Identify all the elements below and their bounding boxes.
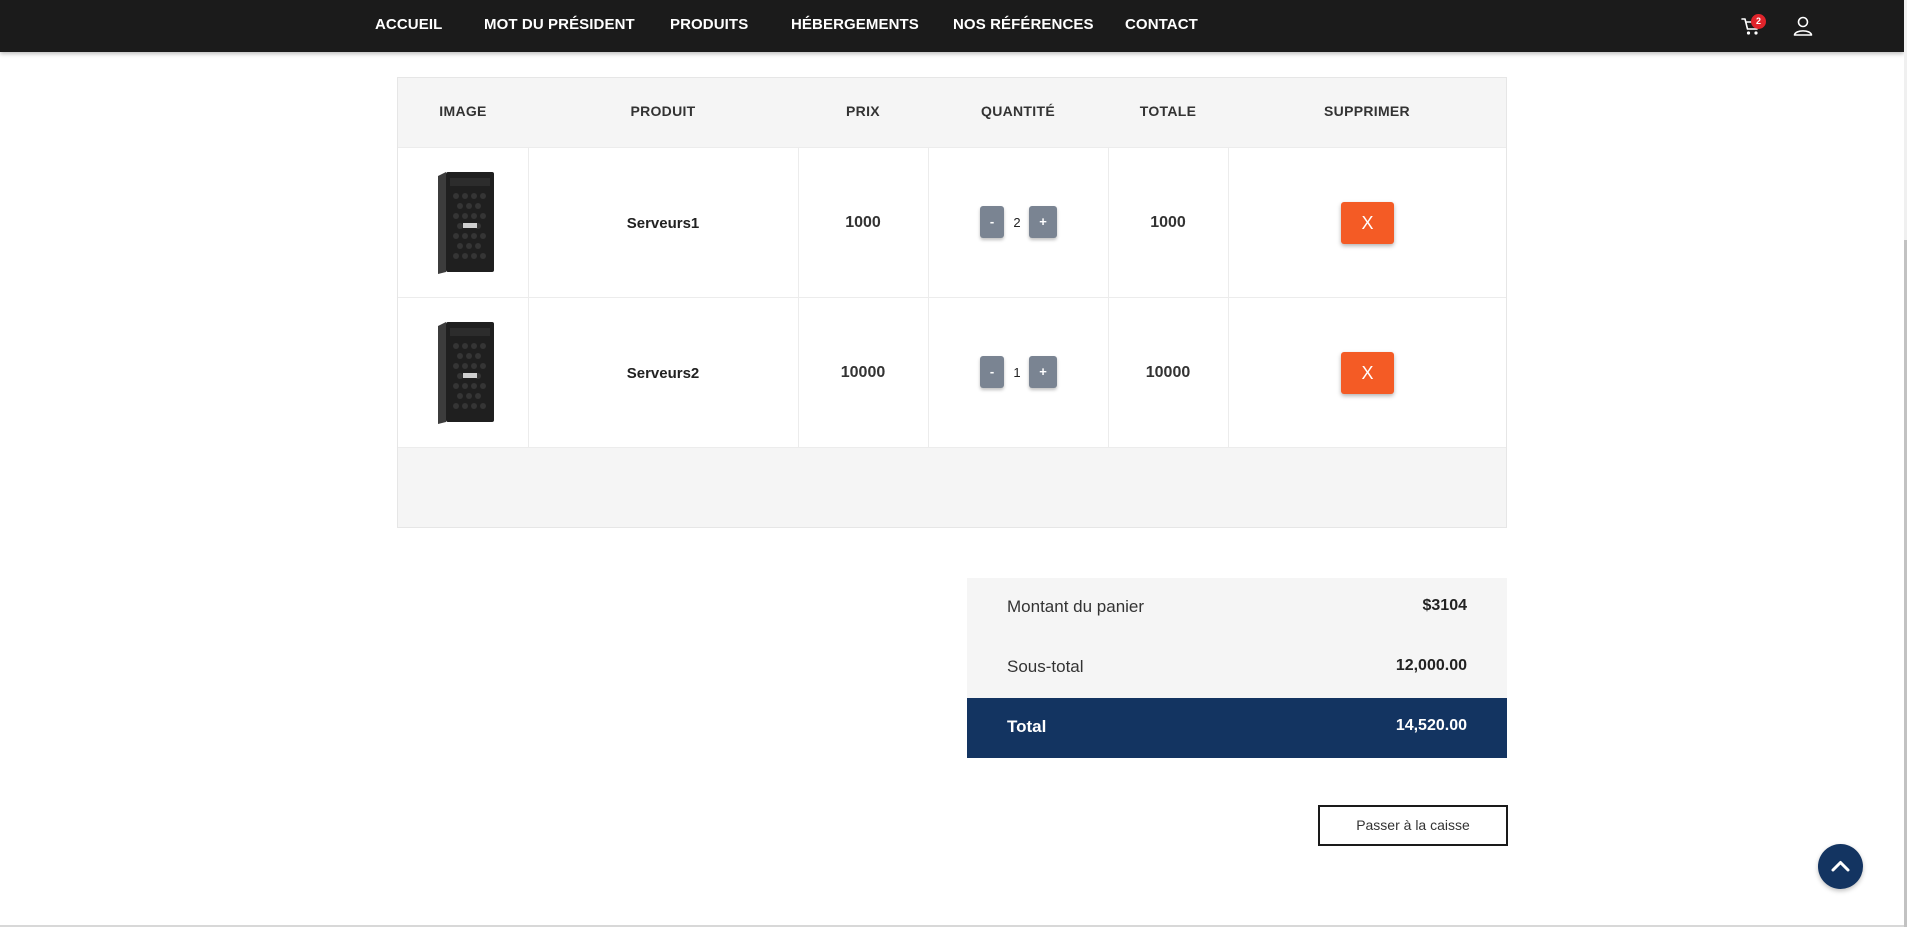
subtotal-label: Sous-total <box>1007 657 1084 676</box>
total-row: Total 14,520.00 <box>967 698 1507 758</box>
table-row: Serveurs2 10000 - 1 + 10000 X <box>398 297 1506 448</box>
subtotal-value: 12,000.00 <box>1395 657 1467 674</box>
server-tower-image <box>432 320 494 426</box>
row-total: 10000 <box>1145 364 1191 381</box>
delete-item-button[interactable]: X <box>1341 202 1394 244</box>
header-image: IMAGE <box>439 103 487 119</box>
quantity-value: 1 <box>1013 365 1021 380</box>
chevron-up-icon <box>1831 861 1850 872</box>
total-label: Total <box>1007 717 1047 736</box>
delete-item-button[interactable]: X <box>1341 352 1394 394</box>
product-price: 10000 <box>840 364 886 381</box>
cart-count-badge: 2 <box>1751 14 1766 29</box>
table-header: IMAGE PRODUIT PRIX QUANTITÉ TOTALE SUPPR… <box>398 78 1506 147</box>
cart-amount-label: Montant du panier <box>1007 597 1145 616</box>
scroll-to-top-button[interactable] <box>1818 844 1863 889</box>
nav-item-mot-du-president[interactable]: MOT DU PRÉSIDENT <box>484 16 635 33</box>
subtotal-row: Sous-total 12,000.00 <box>967 638 1507 698</box>
product-price: 1000 <box>845 214 881 231</box>
quantity-decrease-button[interactable]: - <box>980 356 1004 388</box>
row-total: 1000 <box>1150 214 1186 231</box>
quantity-increase-button[interactable]: + <box>1029 356 1057 388</box>
user-icon[interactable] <box>1791 14 1815 38</box>
server-tower-image <box>432 170 494 276</box>
cart-amount-row: Montant du panier $3104 <box>967 578 1507 638</box>
nav-item-contact[interactable]: CONTACT <box>1125 16 1198 33</box>
header-produit: PRODUIT <box>630 103 696 119</box>
checkout-button[interactable]: Passer à la caisse <box>1318 805 1508 846</box>
cart-summary: Montant du panier $3104 Sous-total 12,00… <box>967 578 1507 758</box>
total-value: 14,520.00 <box>1395 717 1467 734</box>
header-supprimer: SUPPRIMER <box>1324 103 1410 119</box>
nav-item-hebergements[interactable]: HÉBERGEMENTS <box>791 16 919 33</box>
top-navigation: ACCUEIL MOT DU PRÉSIDENT PRODUITS HÉBERG… <box>0 0 1904 52</box>
table-row: Serveurs1 1000 - 2 + 1000 X <box>398 147 1506 298</box>
product-name[interactable]: Serveurs2 <box>528 365 798 382</box>
header-quantite: QUANTITÉ <box>981 103 1055 119</box>
cart-amount-value: $3104 <box>1422 597 1468 614</box>
cart-table: IMAGE PRODUIT PRIX QUANTITÉ TOTALE SUPPR… <box>397 77 1507 528</box>
quantity-increase-button[interactable]: + <box>1029 206 1057 238</box>
nav-item-accueil[interactable]: ACCUEIL <box>375 16 442 33</box>
quantity-decrease-button[interactable]: - <box>980 206 1004 238</box>
nav-item-produits[interactable]: PRODUITS <box>670 16 748 33</box>
table-footer <box>398 447 1506 527</box>
product-name[interactable]: Serveurs1 <box>528 215 798 232</box>
header-prix: PRIX <box>846 103 880 119</box>
quantity-value: 2 <box>1013 215 1021 230</box>
header-totale: TOTALE <box>1139 103 1197 119</box>
nav-item-nos-references[interactable]: NOS RÉFÉRENCES <box>953 16 1094 33</box>
